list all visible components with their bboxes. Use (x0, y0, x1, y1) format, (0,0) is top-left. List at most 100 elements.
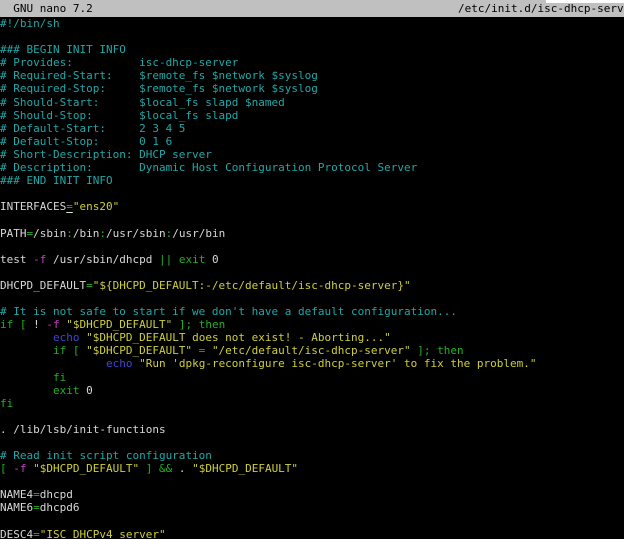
code-token: # Required-Start: $remote_fs $network $s… (0, 69, 318, 82)
code-line[interactable]: ### BEGIN INIT INFO (0, 43, 624, 56)
code-line[interactable]: fi (0, 397, 624, 410)
code-token: # Default-Stop: 0 1 6 (0, 135, 172, 148)
code-token: fi (0, 397, 13, 410)
code-line[interactable] (0, 475, 624, 488)
code-line[interactable]: [ -f "$DHCPD_DEFAULT" ] && . "$DHCPD_DEF… (0, 462, 624, 475)
code-line[interactable]: if [ ! -f "$DHCPD_DEFAULT" ]; then (0, 318, 624, 331)
code-line[interactable]: NAME6=dhcpd6 (0, 501, 624, 514)
code-token: . (179, 462, 192, 475)
code-token: # Required-Stop: $remote_fs $network $sy… (0, 82, 318, 95)
code-token: # Default-Start: 2 3 4 5 (0, 122, 185, 135)
code-token: echo (106, 357, 133, 370)
code-line[interactable]: PATH=/sbin:/bin:/usr/sbin:/usr/bin (0, 227, 624, 240)
code-line[interactable]: # Provides: isc-dhcp-server (0, 56, 624, 69)
code-token: ### END INIT INFO (0, 174, 113, 187)
code-token: echo (53, 331, 80, 344)
code-token: # It is not safe to start if we don't ha… (0, 305, 457, 318)
code-token: ] && (139, 462, 179, 475)
code-token: "${DHCPD_DEFAULT:-/etc/default/isc-dhcp-… (93, 279, 411, 292)
code-token: dhcpd (40, 488, 73, 501)
code-token: # Description: Dynamic Host Configuratio… (0, 161, 417, 174)
code-line[interactable]: # Description: Dynamic Host Configuratio… (0, 161, 624, 174)
code-token: "ISC DHCPv4 server" (40, 528, 166, 539)
code-token (0, 357, 106, 370)
file-path-label: /etc/init.d/isc-dhcp-server (458, 2, 624, 15)
code-token: "$DHCPD_DEFAULT does not exist! - Aborti… (86, 331, 391, 344)
code-token: = (33, 488, 40, 501)
code-line[interactable]: . /lib/lsb/init-functions (0, 423, 624, 436)
editor-area[interactable]: #!/bin/sh ### BEGIN INIT INFO# Provides: … (0, 17, 624, 539)
code-token: ! (33, 318, 46, 331)
code-line[interactable] (0, 410, 624, 423)
code-line[interactable] (0, 240, 624, 253)
code-token: # Read init script configuration (0, 449, 212, 462)
code-token: "$DHCPD_DEFAULT" (33, 462, 139, 475)
code-token: [ (0, 462, 13, 475)
code-line[interactable]: #!/bin/sh (0, 17, 624, 30)
code-token: # Should-Start: $local_fs slapd $named (0, 96, 285, 109)
code-line[interactable]: fi (0, 371, 624, 384)
screen-edge-artifact (546, 0, 624, 3)
code-token: : (99, 227, 106, 240)
code-line[interactable]: # Should-Stop: $local_fs slapd (0, 109, 624, 122)
code-line[interactable]: echo "Run 'dpkg-reconfigure isc-dhcp-ser… (0, 357, 624, 370)
code-token: test (0, 253, 33, 266)
code-line[interactable] (0, 266, 624, 279)
code-line[interactable]: INTERFACES="ens20" (0, 200, 624, 213)
nano-titlebar: GNU nano 7.2 /etc/init.d/isc-dhcp-server (0, 0, 624, 17)
code-token: if [ (0, 318, 33, 331)
code-line[interactable]: # It is not safe to start if we don't ha… (0, 305, 624, 318)
code-line[interactable] (0, 30, 624, 43)
code-line[interactable] (0, 213, 624, 226)
code-line[interactable]: NAME4=dhcpd (0, 488, 624, 501)
nano-version-label: GNU nano 7.2 (0, 2, 93, 15)
code-token: # Should-Stop: $local_fs slapd (0, 109, 238, 122)
code-token: exit (179, 253, 206, 266)
code-token: fi (0, 371, 66, 384)
code-line[interactable]: # Read init script configuration (0, 449, 624, 462)
code-line[interactable]: test -f /usr/sbin/dhcpd || exit 0 (0, 253, 624, 266)
code-token: /usr/sbin/dhcpd (46, 253, 159, 266)
code-token: # Short-Description: DHCP server (0, 148, 212, 161)
code-line[interactable]: DHCPD_DEFAULT="${DHCPD_DEFAULT:-/etc/def… (0, 279, 624, 292)
text-cursor: = (66, 200, 73, 213)
code-token: "$DHCPD_DEFAULT" (192, 462, 298, 475)
code-line[interactable]: # Short-Description: DHCP server (0, 148, 624, 161)
code-token: "ens20" (73, 200, 119, 213)
code-line[interactable] (0, 187, 624, 200)
code-token: "Run 'dpkg-reconfigure isc-dhcp-server' … (139, 357, 536, 370)
code-token: 0 (205, 253, 218, 266)
code-line[interactable] (0, 436, 624, 449)
code-line[interactable]: # Required-Stop: $remote_fs $network $sy… (0, 82, 624, 95)
code-token: dhcpd6 (40, 501, 80, 514)
terminal-screen: { "titlebar": { "app": " GNU nano 7.2", … (0, 0, 624, 539)
code-line[interactable] (0, 515, 624, 528)
code-token: . /lib/lsb/init-functions (0, 423, 166, 436)
code-token: NAME6 (0, 501, 33, 514)
code-line[interactable]: if [ "$DHCPD_DEFAULT" = "/etc/default/is… (0, 344, 624, 357)
code-token: exit (0, 384, 79, 397)
code-token: NAME4 (0, 488, 33, 501)
code-line[interactable]: # Default-Stop: 0 1 6 (0, 135, 624, 148)
code-line[interactable]: ### END INIT INFO (0, 174, 624, 187)
code-token: : (66, 227, 73, 240)
code-token: "$DHCPD_DEFAULT" (66, 318, 172, 331)
code-line[interactable]: exit 0 (0, 384, 624, 397)
code-token: INTERFACES (0, 200, 66, 213)
code-token (0, 331, 53, 344)
code-line[interactable]: DESC4="ISC DHCPv4 server" (0, 528, 624, 539)
code-token: "/etc/default/isc-dhcp-server" (212, 344, 411, 357)
code-line[interactable]: # Default-Start: 2 3 4 5 (0, 122, 624, 135)
code-line[interactable]: # Required-Start: $remote_fs $network $s… (0, 69, 624, 82)
code-token: #!/bin/sh (0, 17, 60, 30)
code-token: if [ (0, 344, 86, 357)
code-token: /usr/sbin (106, 227, 166, 240)
code-token: PATH (0, 227, 27, 240)
code-line[interactable]: # Should-Start: $local_fs slapd $named (0, 96, 624, 109)
code-token: = (192, 344, 212, 357)
code-line[interactable]: echo "$DHCPD_DEFAULT does not exist! - A… (0, 331, 624, 344)
code-line[interactable] (0, 292, 624, 305)
code-token: = (33, 528, 40, 539)
code-token: = (86, 279, 93, 292)
code-token: 0 (79, 384, 92, 397)
